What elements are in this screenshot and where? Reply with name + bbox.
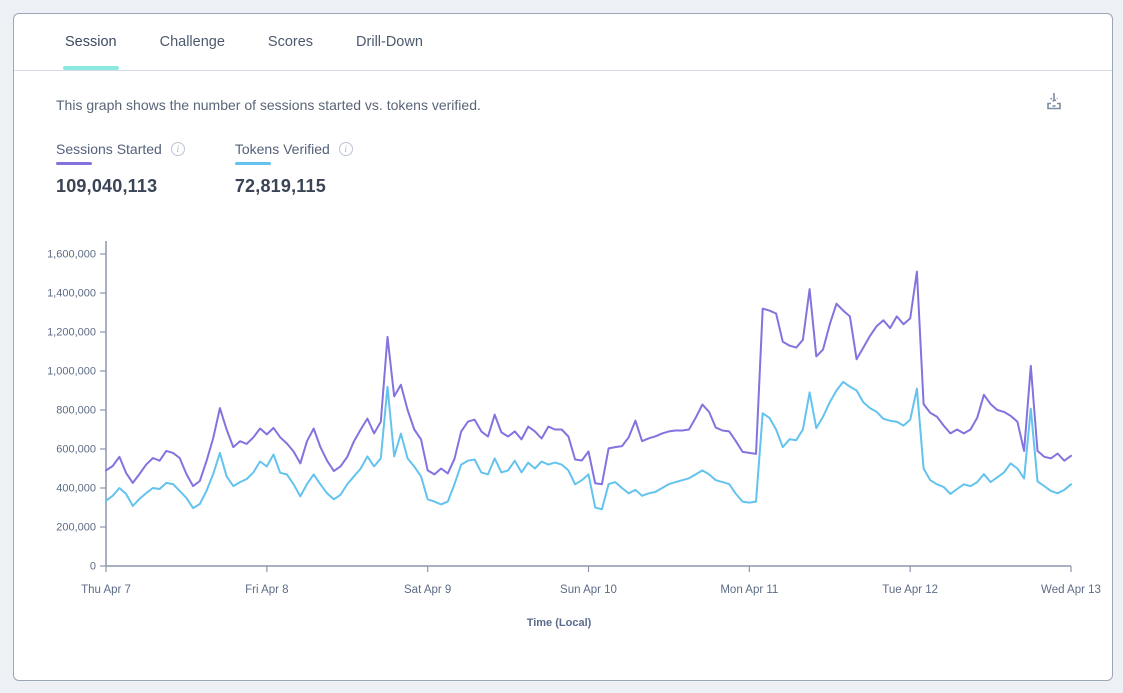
x-tick-label: Mon Apr 11: [720, 584, 778, 596]
y-tick-label: 800,000: [56, 405, 96, 417]
x-tick-label: Fri Apr 8: [245, 584, 288, 596]
sessions-tokens-chart: 0 200,000 400,000 600,000 800,000 1,000,000 1,…: [14, 14, 1114, 682]
x-tick-label: Tue Apr 12: [882, 584, 938, 596]
y-tick-label: 400,000: [56, 483, 96, 495]
x-axis-title: Time (Local): [527, 617, 592, 629]
x-tick-label: Sat Apr 9: [404, 584, 451, 596]
x-tick-label: Wed Apr 13: [1041, 584, 1101, 596]
y-tick-label: 1,400,000: [47, 288, 96, 300]
x-tick-label: Thu Apr 7: [81, 584, 131, 596]
panel-card: Session Challenge Scores Drill-Down This…: [13, 13, 1113, 681]
y-tick-label: 1,200,000: [47, 327, 96, 339]
y-tick-label: 1,000,000: [47, 366, 96, 378]
y-tick-label: 0: [90, 561, 96, 573]
sessions-started-line: [106, 272, 1071, 487]
y-tick-label: 600,000: [56, 444, 96, 456]
x-tick-label: Sun Apr 10: [560, 584, 617, 596]
tokens-verified-line: [106, 382, 1071, 509]
y-tick-label: 200,000: [56, 522, 96, 534]
y-tick-label: 1,600,000: [47, 249, 96, 261]
